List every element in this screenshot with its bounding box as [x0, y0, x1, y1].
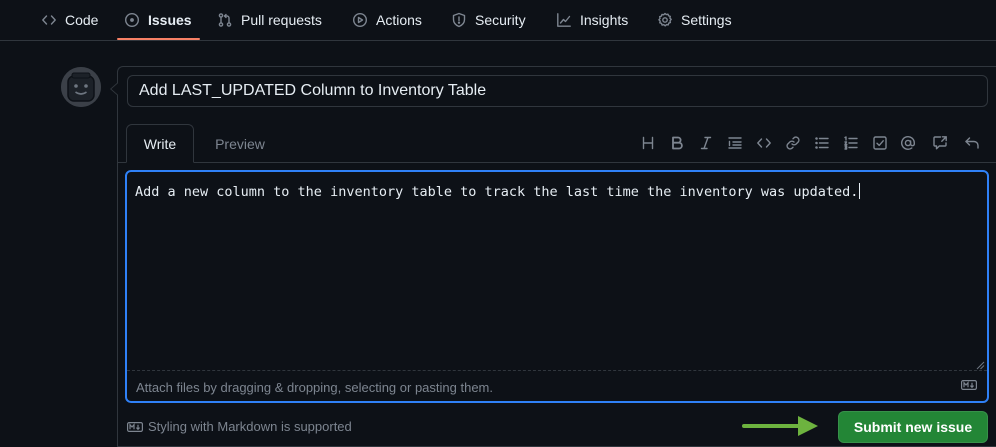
play-icon	[352, 12, 368, 28]
markdown-icon	[961, 380, 977, 390]
text-cursor	[859, 183, 861, 199]
nav-tab-label: Pull requests	[241, 12, 322, 28]
markdown-support-label: Styling with Markdown is supported	[148, 419, 352, 434]
attach-divider	[127, 370, 987, 371]
nav-tab-settings[interactable]: Settings	[657, 0, 732, 40]
code-icon	[41, 12, 57, 28]
gear-icon	[657, 12, 673, 28]
code-icon[interactable]	[754, 133, 774, 153]
issue-body-text: Add a new column to the inventory table …	[135, 184, 859, 200]
tasklist-icon[interactable]	[870, 133, 890, 153]
nav-tab-label: Issues	[148, 12, 192, 28]
submit-new-issue-button[interactable]: Submit new issue	[838, 411, 988, 443]
mention-icon[interactable]	[898, 133, 918, 153]
nav-tab-pull-requests[interactable]: Pull requests	[217, 0, 322, 40]
cross-reference-icon[interactable]	[930, 133, 950, 153]
undo-icon[interactable]	[962, 133, 982, 153]
issue-title-input[interactable]	[127, 75, 988, 107]
quote-icon[interactable]	[725, 133, 745, 153]
nav-tab-actions[interactable]: Actions	[352, 0, 422, 40]
graph-icon	[556, 12, 572, 28]
markdown-icon	[127, 421, 143, 432]
nav-tab-label: Settings	[681, 12, 732, 28]
nav-tab-label: Insights	[580, 12, 629, 28]
nav-tab-security[interactable]: Security	[451, 0, 526, 40]
italic-icon[interactable]	[696, 133, 716, 153]
resize-handle-icon[interactable]	[975, 360, 985, 370]
nav-tab-insights[interactable]: Insights	[556, 0, 628, 40]
bold-icon[interactable]	[667, 133, 687, 153]
shield-icon	[451, 12, 467, 28]
repo-nav: Code Issues Pull requests Actions Securi…	[0, 0, 996, 41]
tab-preview[interactable]: Preview	[201, 124, 279, 163]
nav-tab-label: Code	[65, 12, 99, 28]
active-tab-underline	[117, 38, 200, 40]
markdown-support-link[interactable]: Styling with Markdown is supported	[127, 419, 352, 434]
nav-tab-label: Actions	[376, 12, 422, 28]
ordered-list-icon[interactable]	[841, 133, 861, 153]
arrow-right-icon	[742, 416, 818, 436]
attach-files-hint[interactable]: Attach files by dragging & dropping, sel…	[136, 380, 493, 395]
tab-write[interactable]: Write	[126, 124, 194, 163]
issue-body-editor[interactable]: Add a new column to the inventory table …	[125, 170, 989, 403]
avatar[interactable]	[61, 67, 101, 107]
heading-icon[interactable]	[638, 133, 658, 153]
avatar-placeholder-icon	[61, 67, 101, 107]
nav-tab-issues[interactable]: Issues	[124, 0, 192, 40]
unordered-list-icon[interactable]	[812, 133, 832, 153]
comment-caret	[110, 82, 118, 96]
git-pull-request-icon	[217, 12, 233, 28]
issue-body-textarea[interactable]: Add a new column to the inventory table …	[135, 183, 975, 200]
issue-opened-icon	[124, 12, 140, 28]
link-icon[interactable]	[783, 133, 803, 153]
nav-tab-label: Security	[475, 12, 526, 28]
nav-tab-code[interactable]: Code	[41, 0, 98, 40]
